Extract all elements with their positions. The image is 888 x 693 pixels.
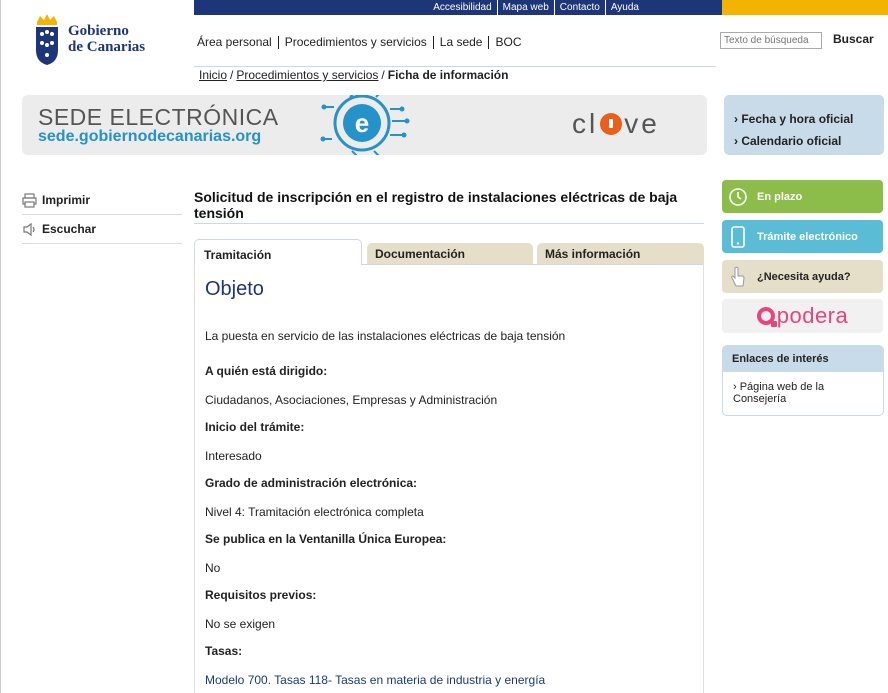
en-plazo-button[interactable]: En plazo xyxy=(722,180,883,213)
search-button[interactable]: Buscar xyxy=(833,32,874,46)
sede-banner[interactable]: SEDE ELECTRÓNICA sede.gobiernodecanarias… xyxy=(22,95,707,155)
section-heading: Objeto xyxy=(205,278,264,300)
logo-line1: Gobierno xyxy=(68,23,129,39)
enlaces-title: Enlaces de interés xyxy=(723,346,883,372)
tablet-icon xyxy=(727,225,749,248)
value-ventanilla: No xyxy=(205,561,221,575)
logo-line2: de Canarias xyxy=(68,39,146,55)
label-tasas: Tasas: xyxy=(205,644,243,658)
hand-pointer-icon xyxy=(727,266,749,288)
clock-icon xyxy=(727,186,749,208)
page-title: Solicitud de inscripción en el registro … xyxy=(194,189,678,221)
link-calendario-oficial[interactable]: › Calendario oficial xyxy=(734,130,874,152)
tab-bar: Tramitación Documentación Más informació… xyxy=(194,239,704,265)
label-ventanilla: Se publica en la Ventanilla Única Europe… xyxy=(205,532,447,546)
label-requisitos: Requisitos previos: xyxy=(205,588,317,602)
breadcrumb-current: Ficha de información xyxy=(387,68,509,82)
breadcrumb: Inicio / Procedimientos y servicios / Ficha … xyxy=(199,68,509,82)
nav-boc[interactable]: BOC xyxy=(488,36,527,49)
print-button[interactable]: Imprimir xyxy=(22,186,182,215)
clave-logo: cl ve xyxy=(572,108,660,139)
breadcrumb-home[interactable]: Inicio xyxy=(199,68,227,82)
link-mapa-web[interactable]: Mapa web xyxy=(496,0,554,15)
main-nav: Área personal Procedimientos y servicios… xyxy=(197,36,528,49)
value-dirigido: Ciudadanos, Asociaciones, Empresas y Adm… xyxy=(205,393,498,407)
value-inicio: Interesado xyxy=(205,449,262,463)
page-left-border xyxy=(0,0,1,693)
speaker-icon xyxy=(23,222,35,236)
necesita-ayuda-button[interactable]: ¿Necesita ayuda? xyxy=(722,260,883,293)
link-fecha-hora-oficial[interactable]: › Fecha y hora oficial xyxy=(734,108,874,130)
enlaces-interes-box: Enlaces de interés › Página web de la Co… xyxy=(722,345,884,416)
label-grado: Grado de administración electrónica: xyxy=(205,476,418,490)
link-contacto[interactable]: Contacto xyxy=(553,0,605,15)
tramite-electronico-button[interactable]: Trámite electrónico xyxy=(722,220,883,253)
label-dirigido: A quién está dirigido: xyxy=(205,364,328,378)
banner-title: SEDE ELECTRÓNICA xyxy=(38,104,279,130)
svg-text:e: e xyxy=(355,108,369,138)
nav-area-personal[interactable]: Área personal xyxy=(197,36,278,49)
link-tasas[interactable]: Modelo 700. Tasas 118- Tasas en materia … xyxy=(205,673,545,687)
objeto-text: La puesta en servicio de las instalacion… xyxy=(205,329,566,343)
link-accesibilidad[interactable]: Accesibilidad xyxy=(428,0,496,15)
e-sede-logo-icon: e xyxy=(320,95,410,155)
tab-tramitacion[interactable]: Tramitación xyxy=(194,239,362,265)
coat-of-arms-icon xyxy=(36,14,58,65)
clave-lock-icon xyxy=(600,113,623,135)
apodera-mark-icon xyxy=(756,307,777,327)
printer-icon xyxy=(22,192,37,208)
tab-content: Objeto La puesta en servicio de las inst… xyxy=(205,278,695,687)
top-yellow-strip xyxy=(722,0,888,15)
tab-mas-informacion[interactable]: Más información xyxy=(537,243,704,264)
search-input[interactable] xyxy=(720,32,822,49)
breadcrumb-procedimientos[interactable]: Procedimientos y servicios xyxy=(236,68,378,82)
nav-la-sede[interactable]: La sede xyxy=(432,36,489,49)
top-utility-bar: Accesibilidad Mapa web Contacto Ayuda xyxy=(194,0,722,15)
nav-procedimientos[interactable]: Procedimientos y servicios xyxy=(277,36,433,49)
banner-url: sede.gobiernodecanarias.org xyxy=(38,128,262,145)
title-divider xyxy=(194,223,704,224)
page-tools: Imprimir Escuchar xyxy=(22,186,182,244)
label-inicio: Inicio del trámite: xyxy=(205,420,305,434)
gobierno-canarias-logo[interactable]: Gobierno de Canarias xyxy=(34,12,145,66)
nav-divider xyxy=(194,66,716,67)
listen-button[interactable]: Escuchar xyxy=(22,215,182,244)
value-grado: Nivel 4: Tramitación electrónica complet… xyxy=(205,505,424,519)
tab-documentacion[interactable]: Documentación xyxy=(367,243,533,264)
apodera-logo[interactable]: podera xyxy=(722,299,883,333)
link-ayuda[interactable]: Ayuda xyxy=(604,0,644,15)
official-info-box: › Fecha y hora oficial › Calendario ofic… xyxy=(724,95,884,155)
value-requisitos: No se exigen xyxy=(205,617,276,631)
link-pagina-consejeria[interactable]: › Página web de la Consejería xyxy=(723,372,883,405)
